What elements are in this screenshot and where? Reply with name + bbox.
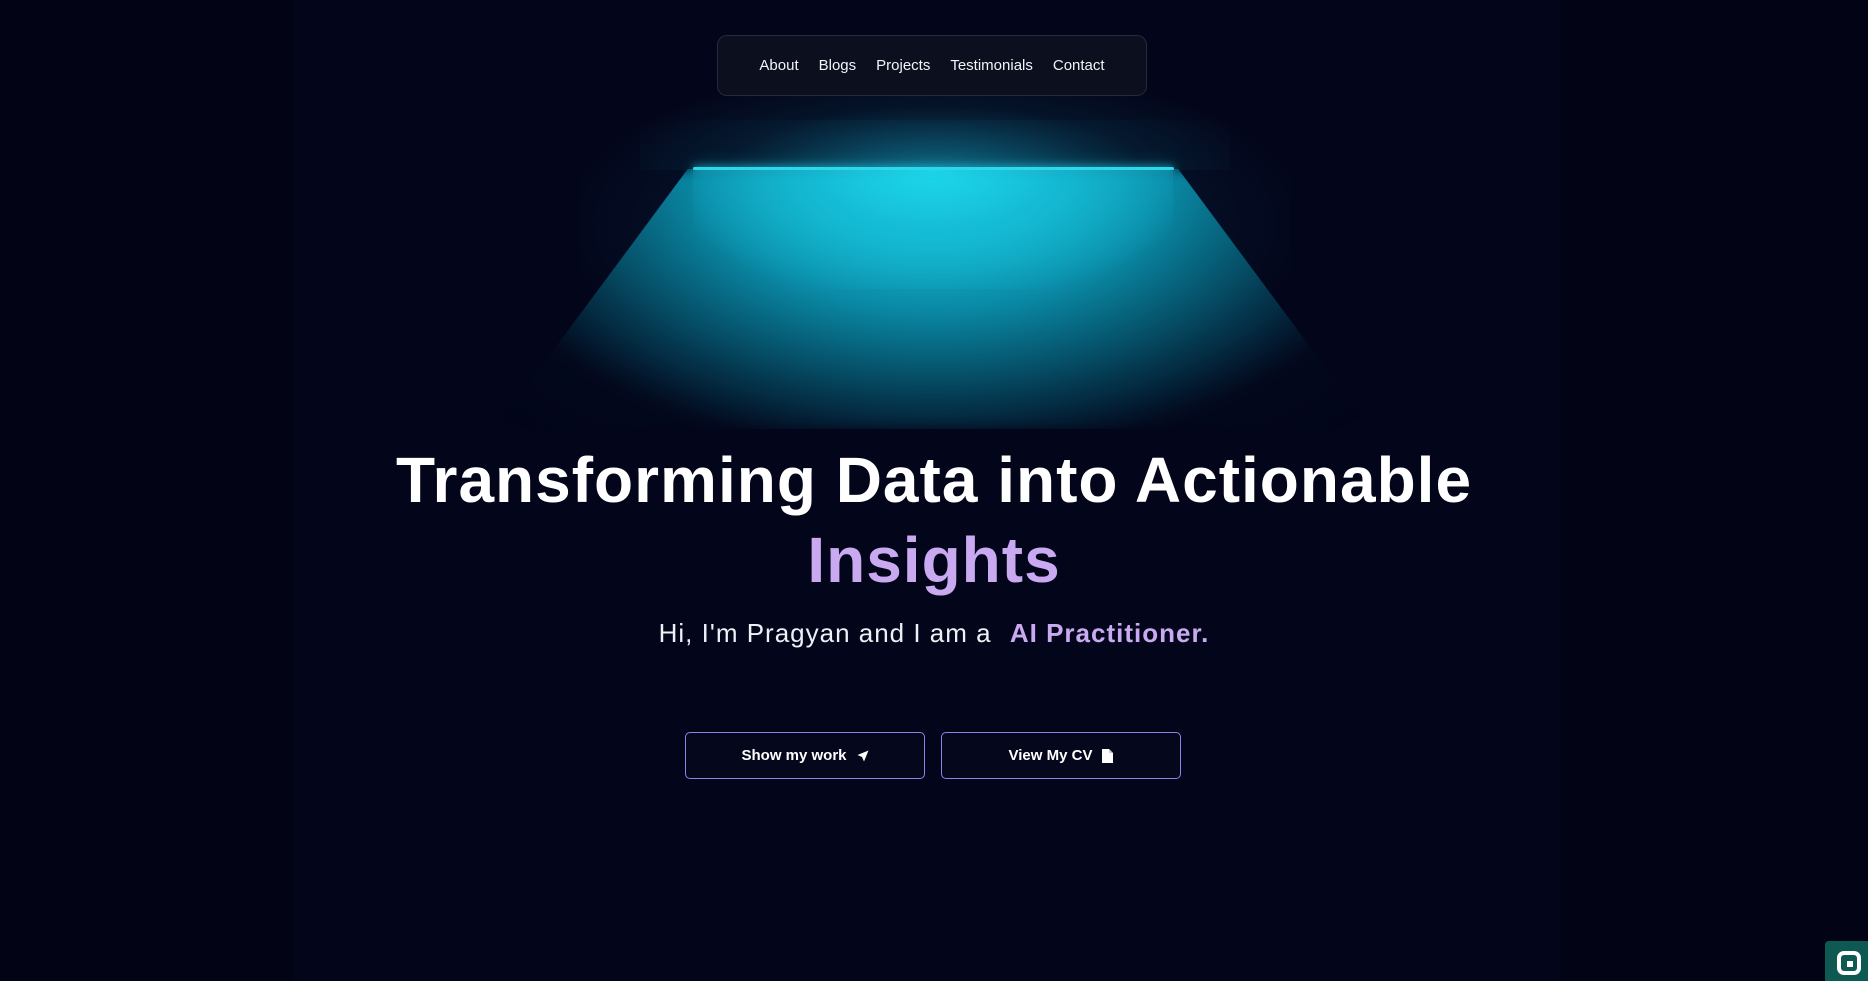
nav-item-about[interactable]: About [759,57,798,74]
nav-item-testimonials[interactable]: Testimonials [950,57,1033,74]
hero-title: Transforming Data into Actionable Insigh… [293,440,1575,600]
show-my-work-label: Show my work [741,747,847,764]
view-my-cv-label: View My CV [1008,747,1093,764]
hero-subtitle-role: AI Practitioner. [1009,618,1210,648]
view-my-cv-button[interactable]: View My CV [941,732,1181,779]
document-icon [1102,748,1114,763]
hero-title-highlight: Insights [807,524,1061,596]
right-background-panel [1560,0,1868,981]
nav-item-blogs[interactable]: Blogs [819,57,857,74]
nav-item-projects[interactable]: Projects [876,57,930,74]
hero-title-line: Transforming Data into Actionable [395,444,1473,516]
nav-item-contact[interactable]: Contact [1053,57,1105,74]
hero-subtitle-text: Hi, I'm Pragyan and I am a [658,618,992,648]
widget-logo-icon [1837,951,1861,975]
portfolio-page: About Blogs Projects Testimonials Contac… [0,0,1868,981]
send-arrow-icon [857,750,869,762]
lamp-line [693,167,1174,170]
top-navigation: About Blogs Projects Testimonials Contac… [717,35,1147,96]
hero-subtitle: Hi, I'm Pragyan and I am a AI Practition… [293,618,1575,649]
show-my-work-button[interactable]: Show my work [685,732,925,779]
floating-widget-button[interactable] [1825,941,1868,981]
left-background-panel [0,0,293,981]
lamp-light-core [693,169,1173,289]
